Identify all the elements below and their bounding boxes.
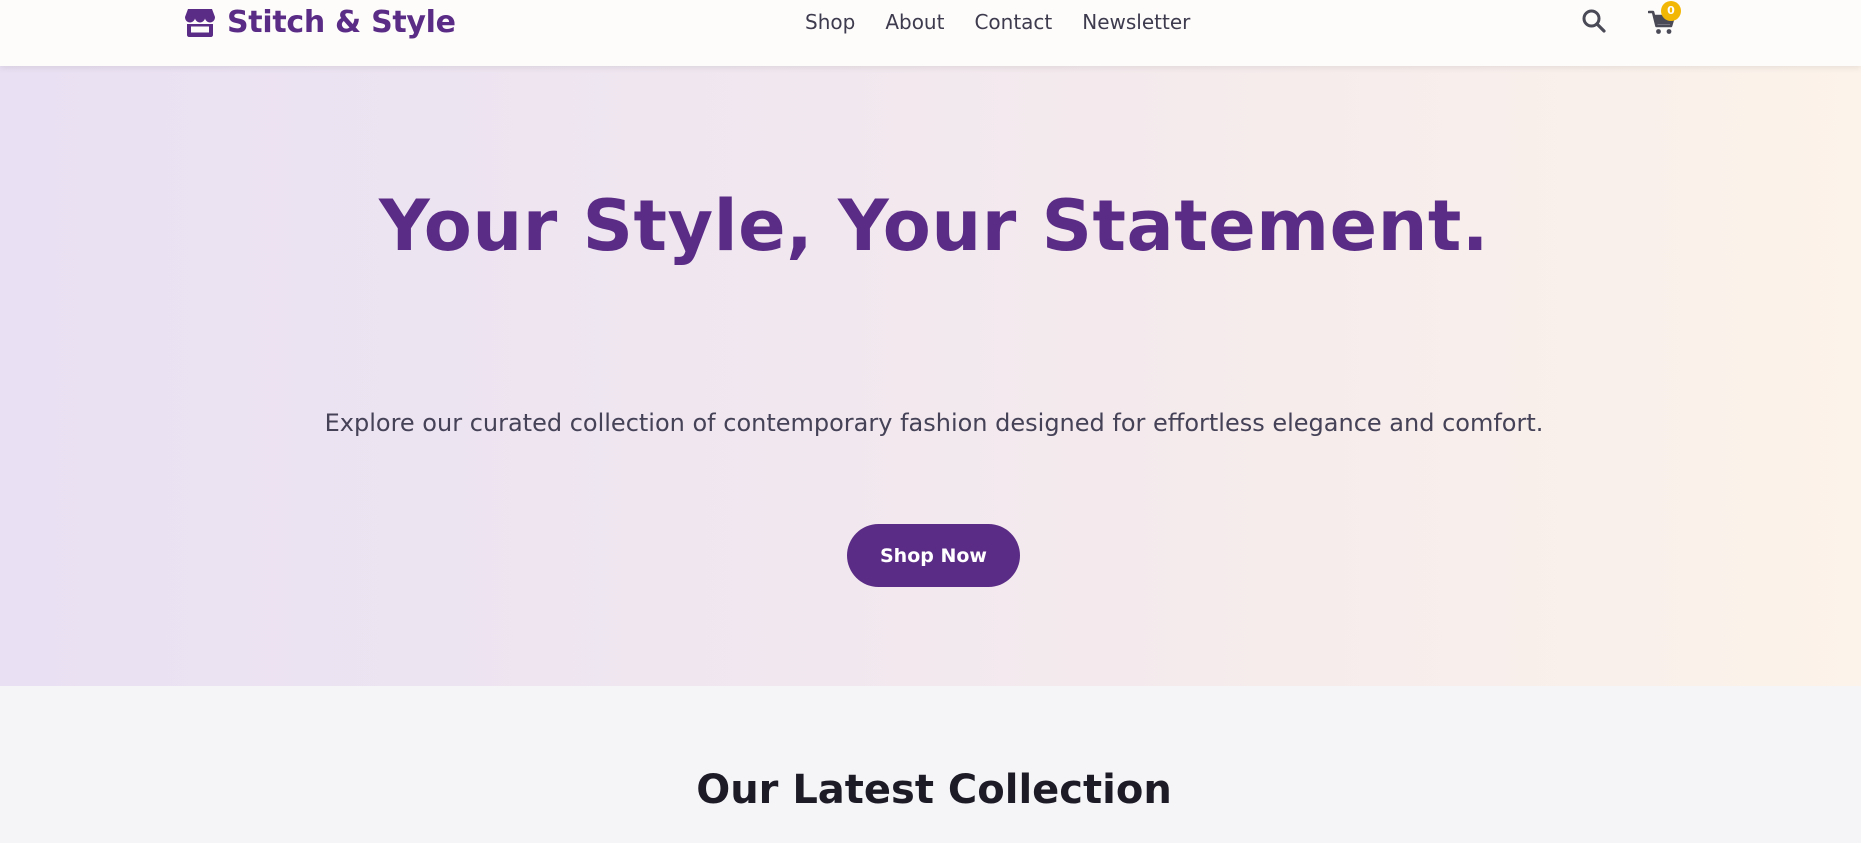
nav-link-contact[interactable]: Contact <box>974 8 1052 36</box>
storefront-icon <box>185 9 215 37</box>
search-icon <box>1582 9 1606 33</box>
site-header: Stitch & Style Shop About Contact Newsle… <box>0 0 1861 66</box>
nav-link-newsletter[interactable]: Newsletter <box>1082 8 1190 36</box>
brand-logo-link[interactable]: Stitch & Style <box>184 4 456 40</box>
hero-section: Your Style, Your Statement. Explore our … <box>0 66 1861 686</box>
collection-title: Our Latest Collection <box>696 767 1172 813</box>
search-button[interactable] <box>1581 8 1607 34</box>
cart-count-badge: 0 <box>1661 1 1681 21</box>
nav-link-shop[interactable]: Shop <box>805 8 855 36</box>
latest-collection-section: Our Latest Collection <box>0 686 1861 843</box>
hero-title: Your Style, Your Statement. <box>379 185 1489 267</box>
shop-now-button[interactable]: Shop Now <box>847 524 1020 587</box>
nav-link-about[interactable]: About <box>885 8 944 36</box>
hero-subtitle: Explore our curated collection of contem… <box>324 409 1544 437</box>
brand-name: Stitch & Style <box>227 4 456 40</box>
main-nav: Shop About Contact Newsletter <box>805 8 1190 36</box>
